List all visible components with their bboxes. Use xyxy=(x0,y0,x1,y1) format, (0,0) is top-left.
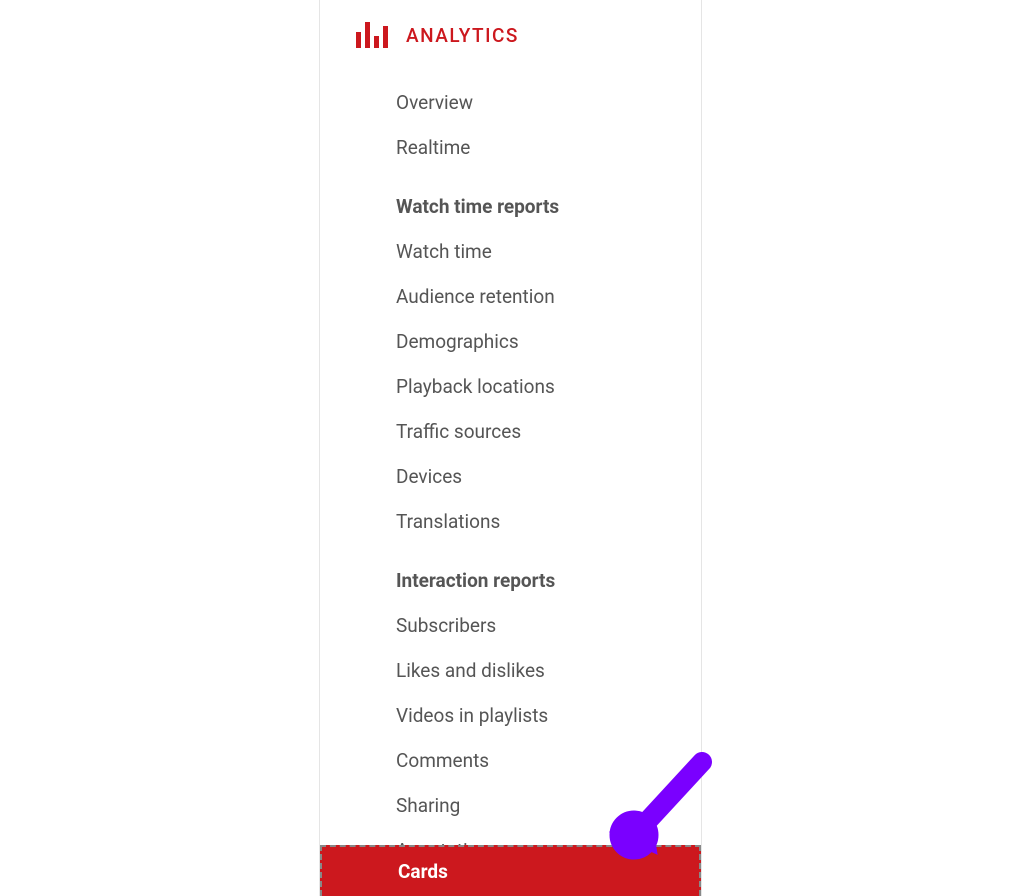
sidebar-item-sharing[interactable]: Sharing xyxy=(320,783,701,828)
analytics-sidebar: ANALYTICS Overview Realtime Watch time r… xyxy=(319,0,702,896)
sidebar-title: ANALYTICS xyxy=(406,24,519,47)
group-header-interaction: Interaction reports xyxy=(320,544,701,603)
sidebar-item-watch-time[interactable]: Watch time xyxy=(320,229,701,274)
analytics-bars-icon xyxy=(356,22,388,48)
group-header-watch-time: Watch time reports xyxy=(320,170,701,229)
sidebar-item-cards[interactable]: Cards xyxy=(320,845,701,896)
sidebar-item-devices[interactable]: Devices xyxy=(320,454,701,499)
sidebar-item-demographics[interactable]: Demographics xyxy=(320,319,701,364)
sidebar-item-subscribers[interactable]: Subscribers xyxy=(320,603,701,648)
sidebar-item-videos-playlists[interactable]: Videos in playlists xyxy=(320,693,701,738)
menu-list: Overview Realtime Watch time reports Wat… xyxy=(320,62,701,873)
sidebar-item-traffic-sources[interactable]: Traffic sources xyxy=(320,409,701,454)
sidebar-header: ANALYTICS xyxy=(320,0,701,62)
sidebar-item-likes-dislikes[interactable]: Likes and dislikes xyxy=(320,648,701,693)
sidebar-item-playback-locations[interactable]: Playback locations xyxy=(320,364,701,409)
sidebar-item-realtime[interactable]: Realtime xyxy=(320,125,701,170)
sidebar-item-translations[interactable]: Translations xyxy=(320,499,701,544)
sidebar-item-overview[interactable]: Overview xyxy=(320,80,701,125)
sidebar-item-audience-retention[interactable]: Audience retention xyxy=(320,274,701,319)
sidebar-item-comments[interactable]: Comments xyxy=(320,738,701,783)
